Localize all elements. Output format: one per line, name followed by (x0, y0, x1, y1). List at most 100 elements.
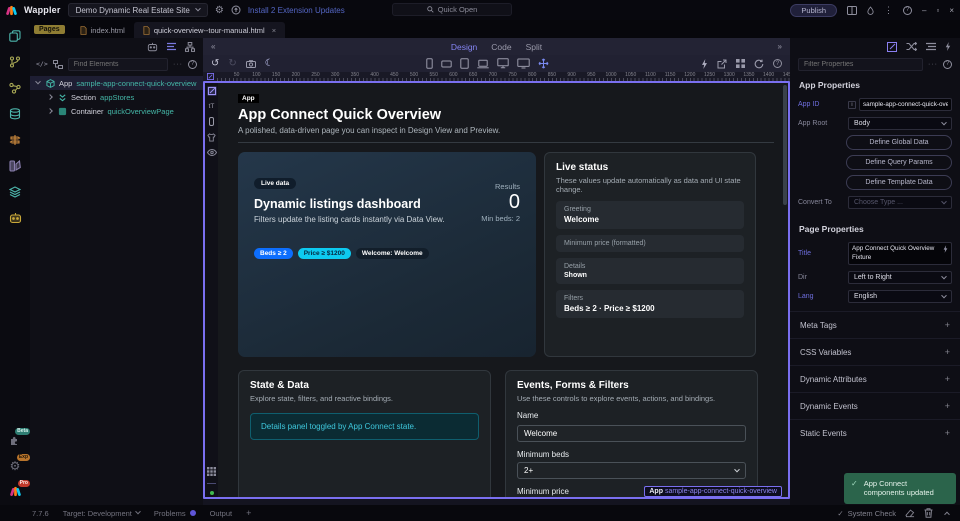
title-input[interactable]: App Connect Quick Overview Fixture (848, 242, 952, 265)
tab-quick-overview-html[interactable]: quick-overview--tour-manual.html × (134, 22, 285, 38)
code-view-icon[interactable]: </> (36, 60, 48, 68)
dir-select[interactable]: Left to Right (848, 271, 952, 284)
define-template-data-button[interactable]: Define Template Data (846, 175, 952, 190)
section-css-variables[interactable]: CSS Variables + (790, 338, 960, 365)
section-meta-tags[interactable]: Meta Tags + (790, 311, 960, 338)
maximize-button[interactable]: ▫ (936, 6, 939, 15)
app-id-input[interactable] (859, 98, 952, 111)
install-updates-link[interactable]: Install 2 Extension Updates (248, 6, 345, 15)
edit-inplace-icon[interactable] (207, 86, 217, 96)
layers-icon[interactable] (7, 184, 23, 199)
tab-code[interactable]: Code (491, 42, 511, 52)
section-static-events[interactable]: Static Events + (790, 419, 960, 446)
props-help-icon[interactable]: ? (943, 60, 952, 69)
bolt-actions-icon[interactable] (701, 59, 708, 69)
section-dynamic-events[interactable]: Dynamic Events + (790, 392, 960, 419)
tab-split[interactable]: Split (526, 42, 543, 52)
plus-icon[interactable]: + (945, 320, 950, 330)
list-view-icon[interactable] (167, 42, 176, 51)
redo-icon[interactable]: ↻ (228, 59, 236, 69)
sitemap-icon[interactable] (185, 42, 195, 52)
tree-row-app[interactable]: App sample-app-connect-quick-overview (30, 76, 203, 90)
panel-more-icon[interactable]: ··· (173, 61, 183, 68)
add-panel-button[interactable]: + (246, 508, 251, 518)
canvas-scrollbar[interactable] (783, 85, 787, 495)
wappler-pro-icon[interactable]: Pro (7, 484, 23, 499)
refresh-icon[interactable] (754, 59, 764, 69)
move-resize-icon[interactable] (538, 58, 549, 69)
undo-icon[interactable]: ↺ (211, 59, 219, 69)
settings-gear-icon[interactable]: ⚙ (215, 5, 224, 16)
name-input[interactable] (517, 425, 746, 442)
database-icon[interactable] (7, 106, 23, 121)
find-elements-input[interactable] (68, 58, 168, 71)
plus-icon[interactable]: + (945, 401, 950, 411)
open-in-browser-icon[interactable] (717, 59, 727, 69)
expand-chevron-icon[interactable] (35, 79, 41, 85)
toast-notification[interactable]: ✓ App Connect components updated (844, 473, 956, 505)
styles-shirt-icon[interactable] (207, 133, 216, 142)
device-tablet-icon[interactable] (460, 58, 469, 69)
design-help-icon[interactable]: ? (773, 59, 782, 68)
plus-icon[interactable]: + (945, 374, 950, 384)
lang-select[interactable]: English (848, 290, 952, 303)
publish-button[interactable]: Publish (790, 4, 837, 17)
experimental-gear-icon[interactable]: ⚙ Exp (7, 458, 23, 473)
apps-grid-icon[interactable] (736, 59, 745, 68)
info-icon[interactable]: i (848, 101, 856, 109)
props-more-icon[interactable]: ··· (928, 61, 938, 68)
trash-icon[interactable] (924, 508, 933, 518)
extensions-puzzle-icon[interactable]: Beta (7, 432, 23, 447)
update-cloud-icon[interactable] (231, 5, 241, 15)
system-check-button[interactable]: ✓ System Check (837, 509, 896, 518)
collapsed-chevron-icon[interactable] (47, 108, 53, 114)
min-beds-select[interactable]: 2+ (517, 462, 746, 479)
panel-help-icon[interactable]: ? (188, 60, 197, 69)
collapse-statusbar-icon[interactable] (942, 511, 952, 515)
device-laptop-icon[interactable] (477, 59, 489, 69)
define-query-params-button[interactable]: Define Query Params (846, 155, 952, 170)
define-global-data-button[interactable]: Define Global Data (846, 135, 952, 150)
close-button[interactable]: × (949, 6, 954, 15)
filter-properties-input[interactable] (798, 58, 923, 71)
tree-view-icon[interactable] (53, 60, 63, 69)
grid-toggle-icon[interactable] (207, 467, 216, 476)
project-selector[interactable]: Demo Dynamic Real Estate Site (68, 3, 208, 17)
collapsed-chevron-icon[interactable] (47, 94, 53, 100)
device-widescreen-icon[interactable] (517, 58, 530, 69)
pages-panel-icon[interactable] (7, 28, 23, 43)
section-dynamic-attributes[interactable]: Dynamic Attributes + (790, 365, 960, 392)
routes-signpost-icon[interactable] (7, 132, 23, 147)
git-branch-icon[interactable] (7, 54, 23, 69)
design-palette-icon[interactable] (7, 158, 23, 173)
visibility-eye-icon[interactable] (207, 149, 217, 156)
plus-icon[interactable]: + (945, 347, 950, 357)
edit-properties-icon[interactable] (887, 42, 897, 52)
screenshot-camera-icon[interactable] (246, 60, 256, 68)
target-selector[interactable]: Target: Development (63, 509, 140, 518)
collapse-right-icon[interactable]: » (778, 42, 782, 51)
convert-to-select[interactable]: Choose Type ... (848, 196, 952, 209)
dark-mode-moon-icon[interactable]: ☾ (265, 59, 274, 69)
ai-bot-icon[interactable] (147, 42, 158, 52)
device-desktop-icon[interactable] (497, 58, 509, 69)
help-icon[interactable]: ? (903, 6, 912, 15)
ruler-corner-edit-icon[interactable] (203, 72, 217, 81)
theme-droplet-icon[interactable] (867, 6, 874, 15)
ai-assistant-icon[interactable] (7, 210, 23, 225)
layout-columns-icon[interactable] (847, 6, 857, 15)
problems-button[interactable]: Problems (154, 509, 196, 518)
app-root-select[interactable]: Body (848, 117, 952, 130)
shuffle-icon[interactable] (906, 42, 917, 51)
spacing-icon[interactable] (209, 117, 214, 126)
tree-row-section[interactable]: Section appStores (30, 90, 203, 104)
dynamic-bolt-icon[interactable] (943, 245, 948, 253)
device-phone-icon[interactable] (426, 58, 433, 69)
stack-properties-icon[interactable] (926, 42, 936, 51)
bolt-icon[interactable] (945, 42, 951, 51)
text-size-icon[interactable]: tT (209, 103, 215, 110)
output-button[interactable]: Output (210, 509, 233, 518)
tab-design[interactable]: Design (451, 42, 477, 52)
design-canvas[interactable]: App App Connect Quick Overview A polishe… (218, 83, 788, 497)
plus-icon[interactable]: + (945, 428, 950, 438)
